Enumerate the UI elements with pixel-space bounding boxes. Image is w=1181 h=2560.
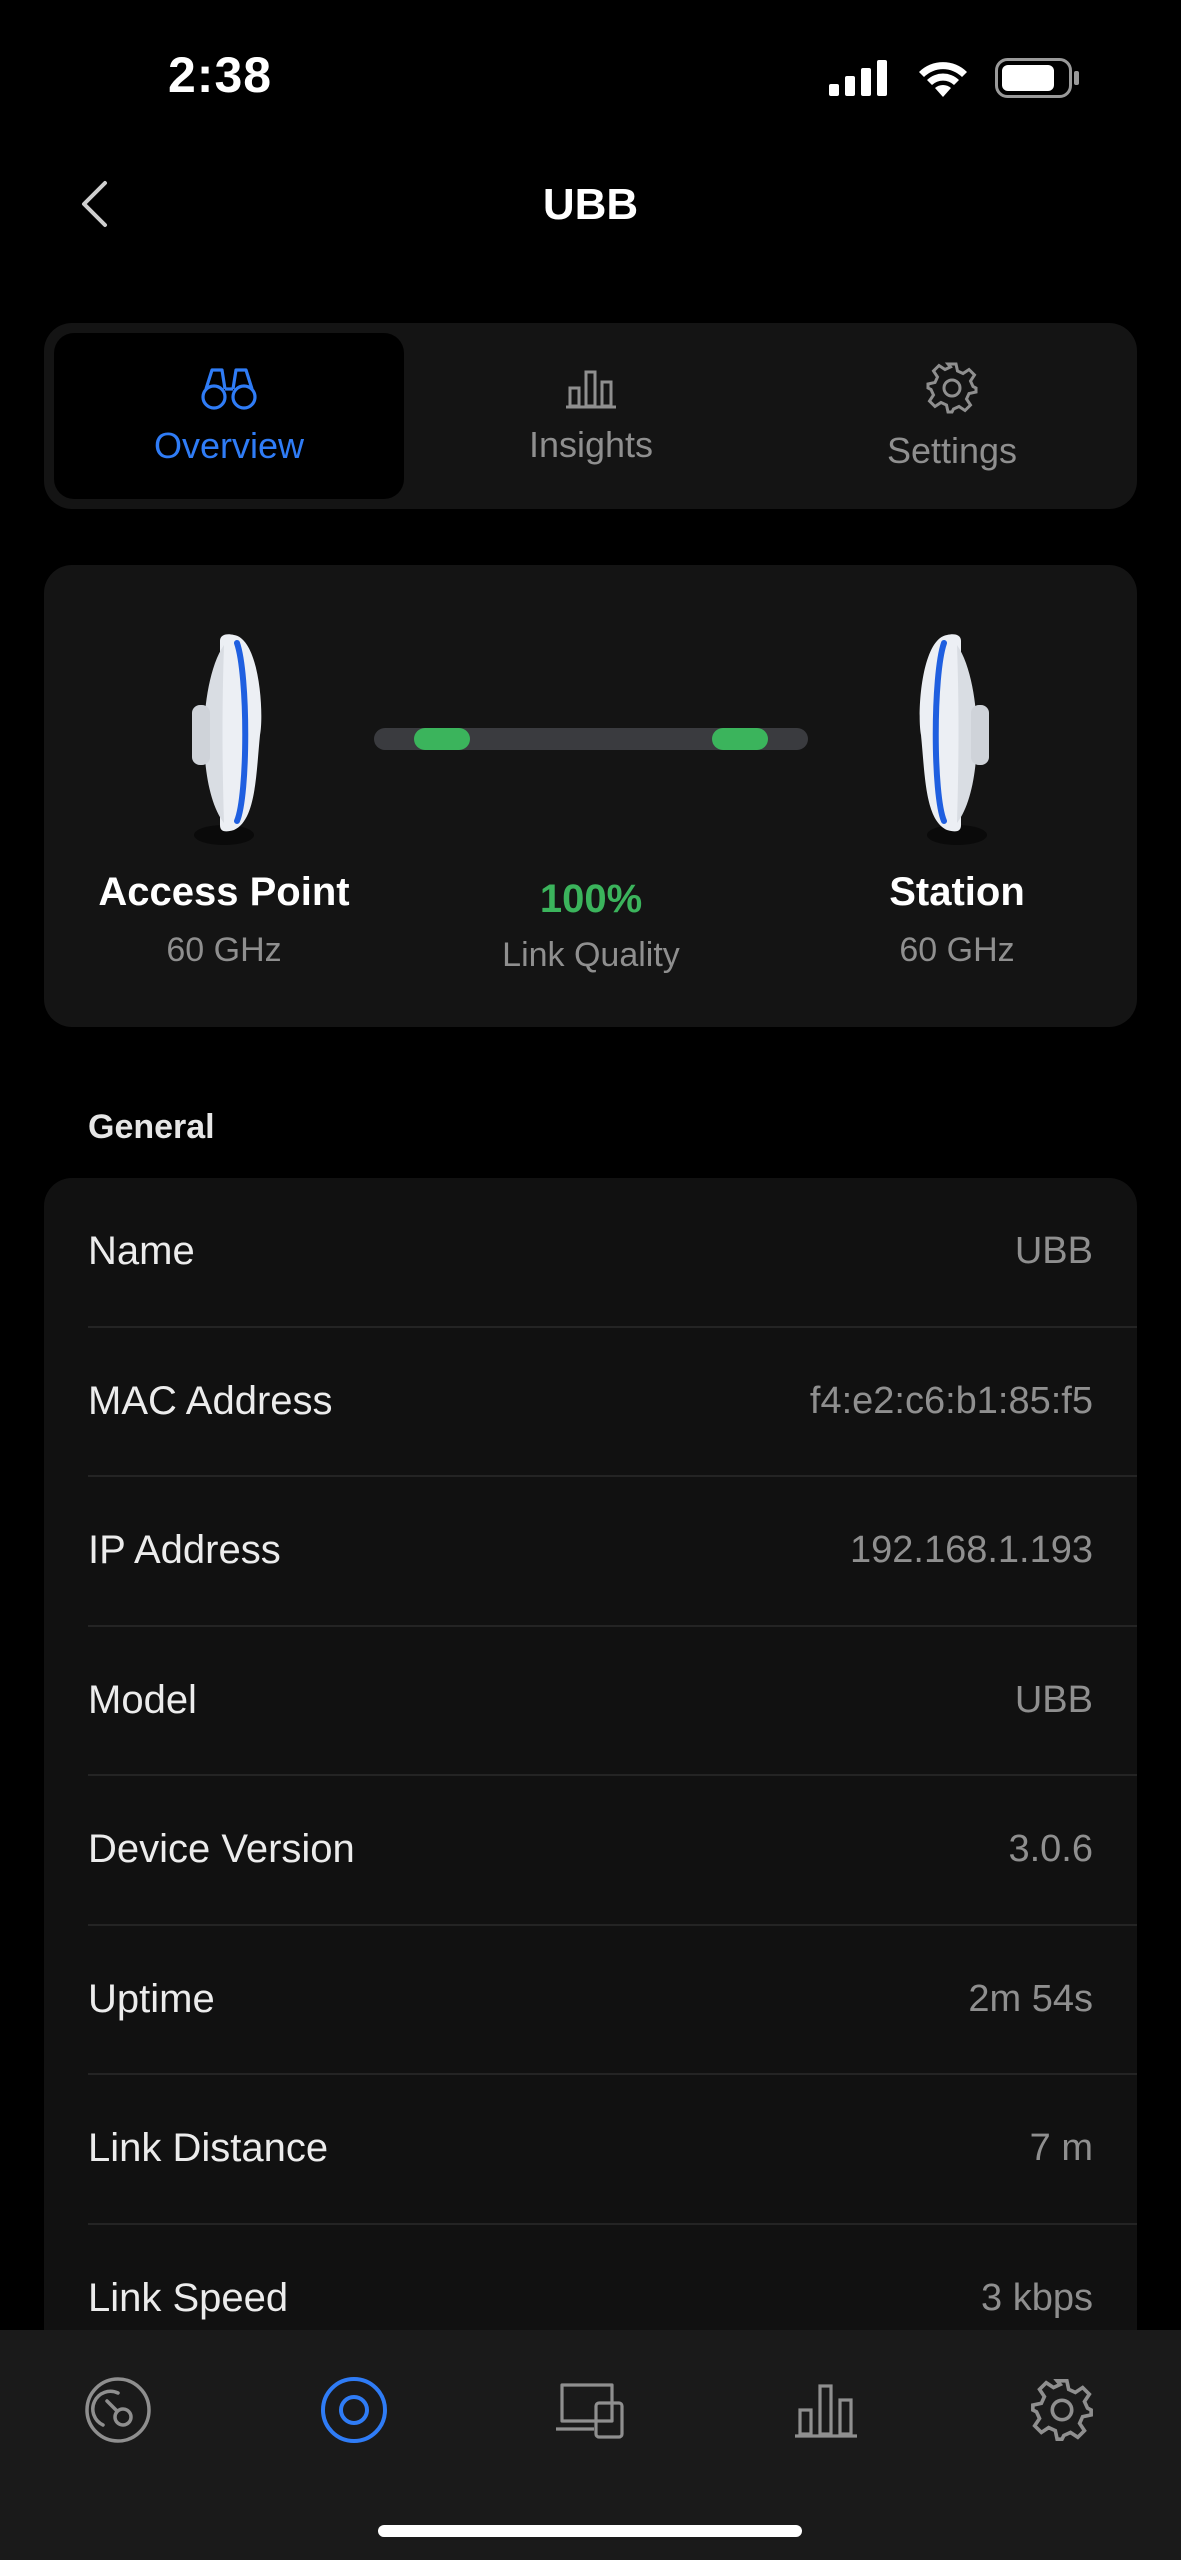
- link-overview-card: Access Point 60 GHz 100% Link Quality St…: [44, 565, 1137, 1027]
- station-device[interactable]: Station 60 GHz: [807, 605, 1107, 970]
- nav-settings[interactable]: [1012, 2360, 1112, 2460]
- info-value: f4:e2:c6:b1:85:f5: [809, 1379, 1093, 1422]
- link-quality-bar: [374, 728, 808, 750]
- access-point-title: Access Point: [98, 870, 350, 914]
- bar-chart-icon: [566, 370, 616, 409]
- link-quality-value: 100%: [539, 877, 643, 921]
- info-value: 3.0.6: [1008, 1828, 1093, 1871]
- info-label: IP Address: [88, 1528, 281, 1573]
- station-device-icon: [919, 634, 989, 845]
- access-point-device[interactable]: Access Point 60 GHz: [74, 605, 374, 970]
- info-label: Name: [88, 1229, 195, 1274]
- page-title: UBB: [542, 180, 639, 229]
- statistics-icon: [795, 2384, 857, 2438]
- info-label: Link Distance: [88, 2126, 329, 2171]
- info-label: Device Version: [88, 1827, 355, 1872]
- info-label: Uptime: [88, 1976, 215, 2021]
- nav-dashboard[interactable]: [68, 2360, 168, 2460]
- info-label: Model: [88, 1677, 197, 1722]
- binoculars-icon: [201, 368, 257, 410]
- settings-gear-icon: [1031, 2379, 1093, 2441]
- info-value: 7 m: [1029, 2127, 1093, 2170]
- device-circle-icon: [321, 2377, 387, 2443]
- station-frequency: 60 GHz: [899, 931, 1015, 969]
- info-row-mac-address: MAC Address f4:e2:c6:b1:85:f5: [88, 1328, 1137, 1477]
- status-bar: 2:38: [0, 0, 1181, 150]
- nav-clients[interactable]: [540, 2360, 640, 2460]
- link-quality-segment-right: [712, 728, 768, 750]
- segmented-tabs: Overview Insights Settings: [44, 323, 1137, 509]
- info-label: Link Speed: [88, 2275, 289, 2320]
- info-row-ip-address: IP Address 192.168.1.193: [88, 1477, 1137, 1627]
- tab-overview[interactable]: Overview: [54, 333, 404, 499]
- info-row-name: Name UBB: [88, 1178, 1137, 1328]
- access-point-frequency: 60 GHz: [166, 931, 282, 969]
- info-value: 2m 54s: [968, 1977, 1093, 2020]
- tab-settings[interactable]: Settings: [777, 333, 1127, 499]
- status-time: 2:38: [168, 47, 273, 103]
- link-quality-block: 100% Link Quality: [374, 877, 808, 975]
- link-quality-segment-left: [414, 728, 470, 750]
- battery-icon: [995, 58, 1079, 98]
- info-value: 3 kbps: [981, 2276, 1093, 2319]
- status-icons: [829, 58, 1081, 98]
- station-title: Station: [889, 870, 1025, 914]
- info-row-device-version: Device Version 3.0.6: [88, 1776, 1137, 1926]
- info-value: 192.168.1.193: [849, 1529, 1093, 1572]
- info-row-model: Model UBB: [88, 1627, 1137, 1776]
- nav-devices-overview[interactable]: [304, 2360, 404, 2460]
- dashboard-gauge-icon: [85, 2377, 151, 2443]
- tab-overview-label: Overview: [153, 425, 305, 466]
- home-indicator[interactable]: [378, 2525, 802, 2537]
- navigation-header: UBB: [0, 160, 1181, 250]
- wifi-icon: [919, 62, 967, 97]
- access-point-device-icon: [192, 634, 262, 845]
- info-value: UBB: [1014, 1230, 1093, 1273]
- info-row-link-distance: Link Distance 7 m: [88, 2075, 1137, 2225]
- devices-icon: [556, 2383, 624, 2439]
- info-row-uptime: Uptime 2m 54s: [88, 1926, 1137, 2075]
- general-section-title: General: [88, 1108, 215, 1146]
- tab-insights[interactable]: Insights: [416, 333, 766, 499]
- info-label: MAC Address: [88, 1378, 333, 1423]
- gear-icon: [926, 362, 978, 414]
- tab-settings-label: Settings: [886, 430, 1018, 471]
- info-value: UBB: [1014, 1678, 1093, 1721]
- tab-insights-label: Insights: [528, 424, 654, 465]
- cellular-signal-icon: [829, 60, 887, 96]
- link-quality-label: Link Quality: [502, 936, 680, 974]
- nav-statistics[interactable]: [776, 2360, 876, 2460]
